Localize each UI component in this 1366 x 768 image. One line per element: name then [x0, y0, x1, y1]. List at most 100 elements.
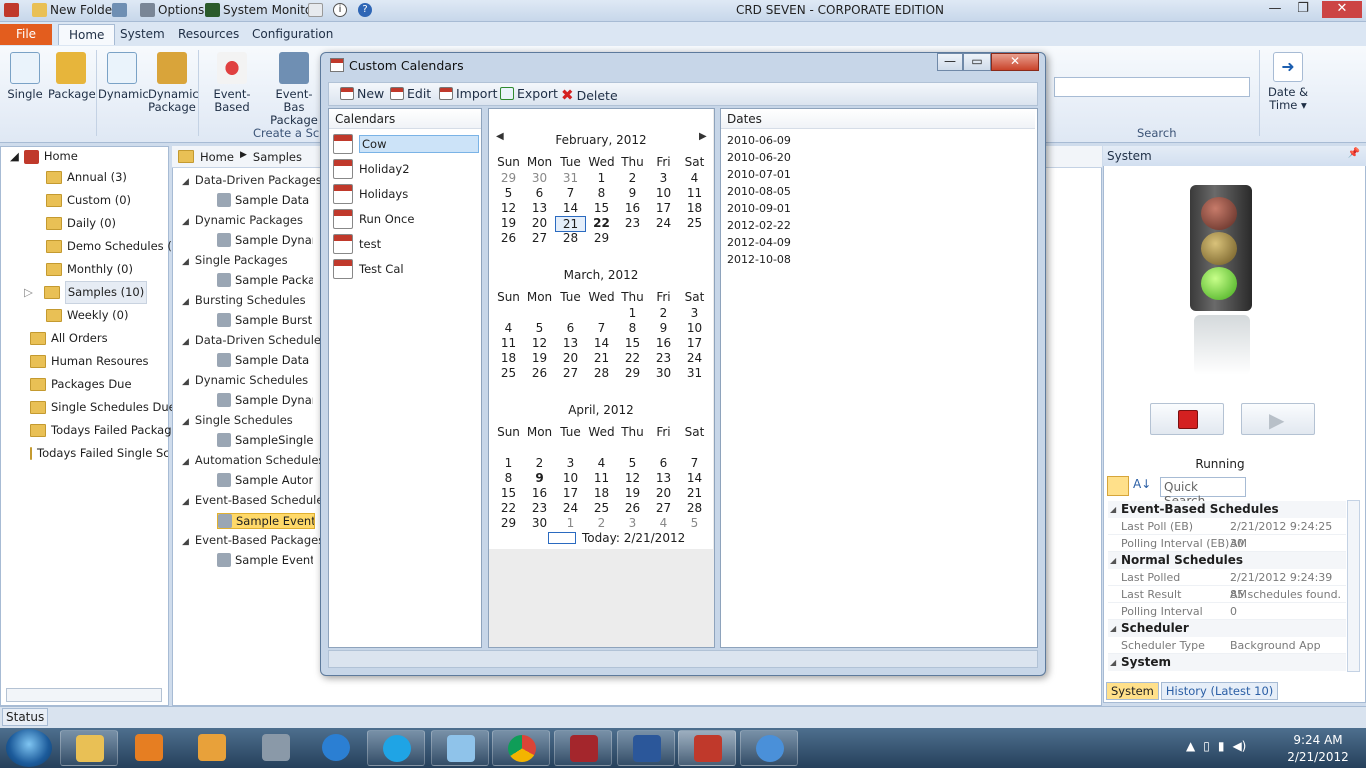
options-button[interactable]: Options	[140, 2, 204, 18]
tree-item-all-orders[interactable]: All Orders	[30, 328, 108, 349]
day-cell[interactable]: 2	[648, 306, 679, 320]
property-row[interactable]: Last Result 85 schedules found.	[1108, 586, 1346, 603]
day-cell[interactable]: 3	[648, 171, 679, 185]
day-cell[interactable]: 25	[493, 366, 524, 380]
day-cell[interactable]: 10	[679, 321, 710, 335]
day-cell[interactable]: 7	[679, 456, 710, 470]
collapse-icon[interactable]: ◢	[182, 537, 189, 547]
day-cell[interactable]: 19	[617, 486, 648, 500]
day-cell[interactable]: 1	[617, 306, 648, 320]
schedule-item[interactable]: Sample Event Ba	[217, 553, 313, 567]
day-cell[interactable]: 16	[617, 201, 648, 215]
day-cell[interactable]: 23	[648, 351, 679, 365]
day-cell[interactable]: 11	[679, 186, 710, 200]
calendar-item[interactable]: Run Once	[333, 208, 414, 230]
device-icon[interactable]: ▯	[1203, 739, 1210, 753]
dialog-close-button[interactable]: ✕	[991, 53, 1039, 71]
day-cell[interactable]: 31	[555, 171, 586, 185]
day-cell[interactable]: 14	[586, 336, 617, 350]
tab-resources[interactable]: Resources	[168, 24, 249, 45]
properties-scrollbar[interactable]	[1347, 500, 1360, 672]
taskbar-skype[interactable]	[367, 730, 425, 766]
ribbon-search-input[interactable]	[1054, 77, 1250, 97]
tree-item-home[interactable]: ◢ Home	[10, 146, 78, 167]
day-cell[interactable]: 14	[555, 201, 586, 215]
day-cell[interactable]: 30	[524, 516, 555, 530]
day-cell[interactable]: 31	[679, 366, 710, 380]
close-button[interactable]: ✕	[1322, 1, 1362, 18]
day-cell[interactable]: 13	[555, 336, 586, 350]
day-cell[interactable]: 10	[555, 471, 586, 485]
tree-item-human[interactable]: Human Resoures	[30, 351, 149, 372]
event-based-package-button[interactable]: Event-Bas Package	[268, 52, 320, 127]
taskbar-network[interactable]	[740, 730, 798, 766]
day-cell[interactable]: 17	[679, 336, 710, 350]
day-cell[interactable]: 10	[648, 186, 679, 200]
quick-search-input[interactable]: Quick Search	[1160, 477, 1246, 508]
dialog-maximize-button[interactable]: ▭	[963, 53, 991, 71]
group-header[interactable]: ◢ Single Schedules	[182, 413, 293, 427]
taskbar-access[interactable]	[554, 730, 612, 766]
day-cell[interactable]: 2	[524, 456, 555, 470]
taskbar-outlook[interactable]	[183, 730, 241, 766]
day-cell[interactable]: 19	[524, 351, 555, 365]
calendar-item[interactable]: Cow	[333, 133, 479, 155]
day-cell[interactable]: 9	[524, 471, 555, 485]
property-section[interactable]: ◢ Scheduler	[1108, 620, 1346, 637]
tab-home[interactable]: Home	[58, 24, 116, 45]
day-cell[interactable]: 24	[648, 216, 679, 230]
collapse-icon[interactable]: ◢	[182, 417, 189, 427]
volume-icon[interactable]: ◀)	[1232, 739, 1246, 753]
collapse-icon[interactable]: ◢	[182, 177, 189, 187]
tree-item-demo[interactable]: Demo Schedules (0)	[46, 236, 184, 257]
app-menu-icon[interactable]	[4, 2, 19, 18]
taskbar-media-player[interactable]	[120, 730, 178, 766]
property-row[interactable]: Scheduler Type Background App	[1108, 637, 1346, 654]
property-row[interactable]: Polling Interval 0	[1108, 603, 1346, 620]
delete-calendar-button[interactable]: ✖ Delete	[561, 86, 618, 104]
minimize-button[interactable]: —	[1262, 1, 1288, 18]
tree-scrollbar[interactable]	[6, 688, 162, 702]
group-header[interactable]: ◢ Dynamic Packages	[182, 213, 303, 227]
clock[interactable]: 9:24 AM 2/21/2012	[1278, 732, 1358, 766]
categorized-icon[interactable]	[1107, 476, 1129, 496]
system-monitor-button[interactable]: System Monitor	[205, 2, 317, 18]
collapse-icon[interactable]: ◢	[182, 457, 189, 467]
day-cell[interactable]: 29	[586, 231, 617, 245]
day-cell[interactable]: 16	[524, 486, 555, 500]
day-cell[interactable]: 13	[524, 201, 555, 215]
tree-item-failed-packages[interactable]: Todays Failed Packages	[30, 420, 185, 441]
edit-calendar-button[interactable]: Edit	[390, 86, 431, 101]
day-cell[interactable]: 18	[679, 201, 710, 215]
day-cell[interactable]: 18	[493, 351, 524, 365]
property-section[interactable]: ◢ Event-Based Schedules	[1108, 501, 1346, 518]
tree-item-failed-single[interactable]: Todays Failed Single Sc	[30, 443, 168, 464]
package-button[interactable]: Package	[48, 52, 96, 101]
day-cell[interactable]: 29	[493, 516, 524, 530]
collapse-icon[interactable]: ◢	[182, 377, 189, 387]
day-cell[interactable]: 4	[493, 321, 524, 335]
today-link[interactable]: Today: 2/21/2012	[582, 531, 685, 545]
single-button[interactable]: Single	[6, 52, 44, 101]
group-header[interactable]: ◢ Bursting Schedules	[182, 293, 306, 307]
day-cell[interactable]: 5	[493, 186, 524, 200]
status-label[interactable]: Status	[2, 708, 49, 726]
day-cell[interactable]: 6	[555, 321, 586, 335]
day-cell[interactable]: 23	[524, 501, 555, 515]
sort-alpha-icon[interactable]: A↓	[1133, 477, 1151, 491]
day-cell[interactable]: 3	[617, 516, 648, 530]
day-cell[interactable]: 25	[679, 216, 710, 230]
day-cell[interactable]: 19	[493, 216, 524, 230]
day-cell[interactable]: 16	[648, 336, 679, 350]
info-icon[interactable]: i	[333, 2, 347, 18]
taskbar-app-star[interactable]	[431, 730, 489, 766]
date-time-button[interactable]: ➜ Date & Time ▾	[1265, 52, 1311, 112]
day-cell[interactable]: 12	[493, 201, 524, 215]
schedule-item[interactable]: Sample Package	[217, 273, 313, 287]
day-cell[interactable]: 6	[648, 456, 679, 470]
day-cell[interactable]: 1	[493, 456, 524, 470]
group-header[interactable]: ◢ Dynamic Schedules	[182, 373, 308, 387]
day-cell[interactable]: 27	[555, 366, 586, 380]
schedule-item[interactable]: Sample Dynamic	[217, 393, 313, 407]
new-folder-button[interactable]: New Folder	[32, 2, 117, 18]
